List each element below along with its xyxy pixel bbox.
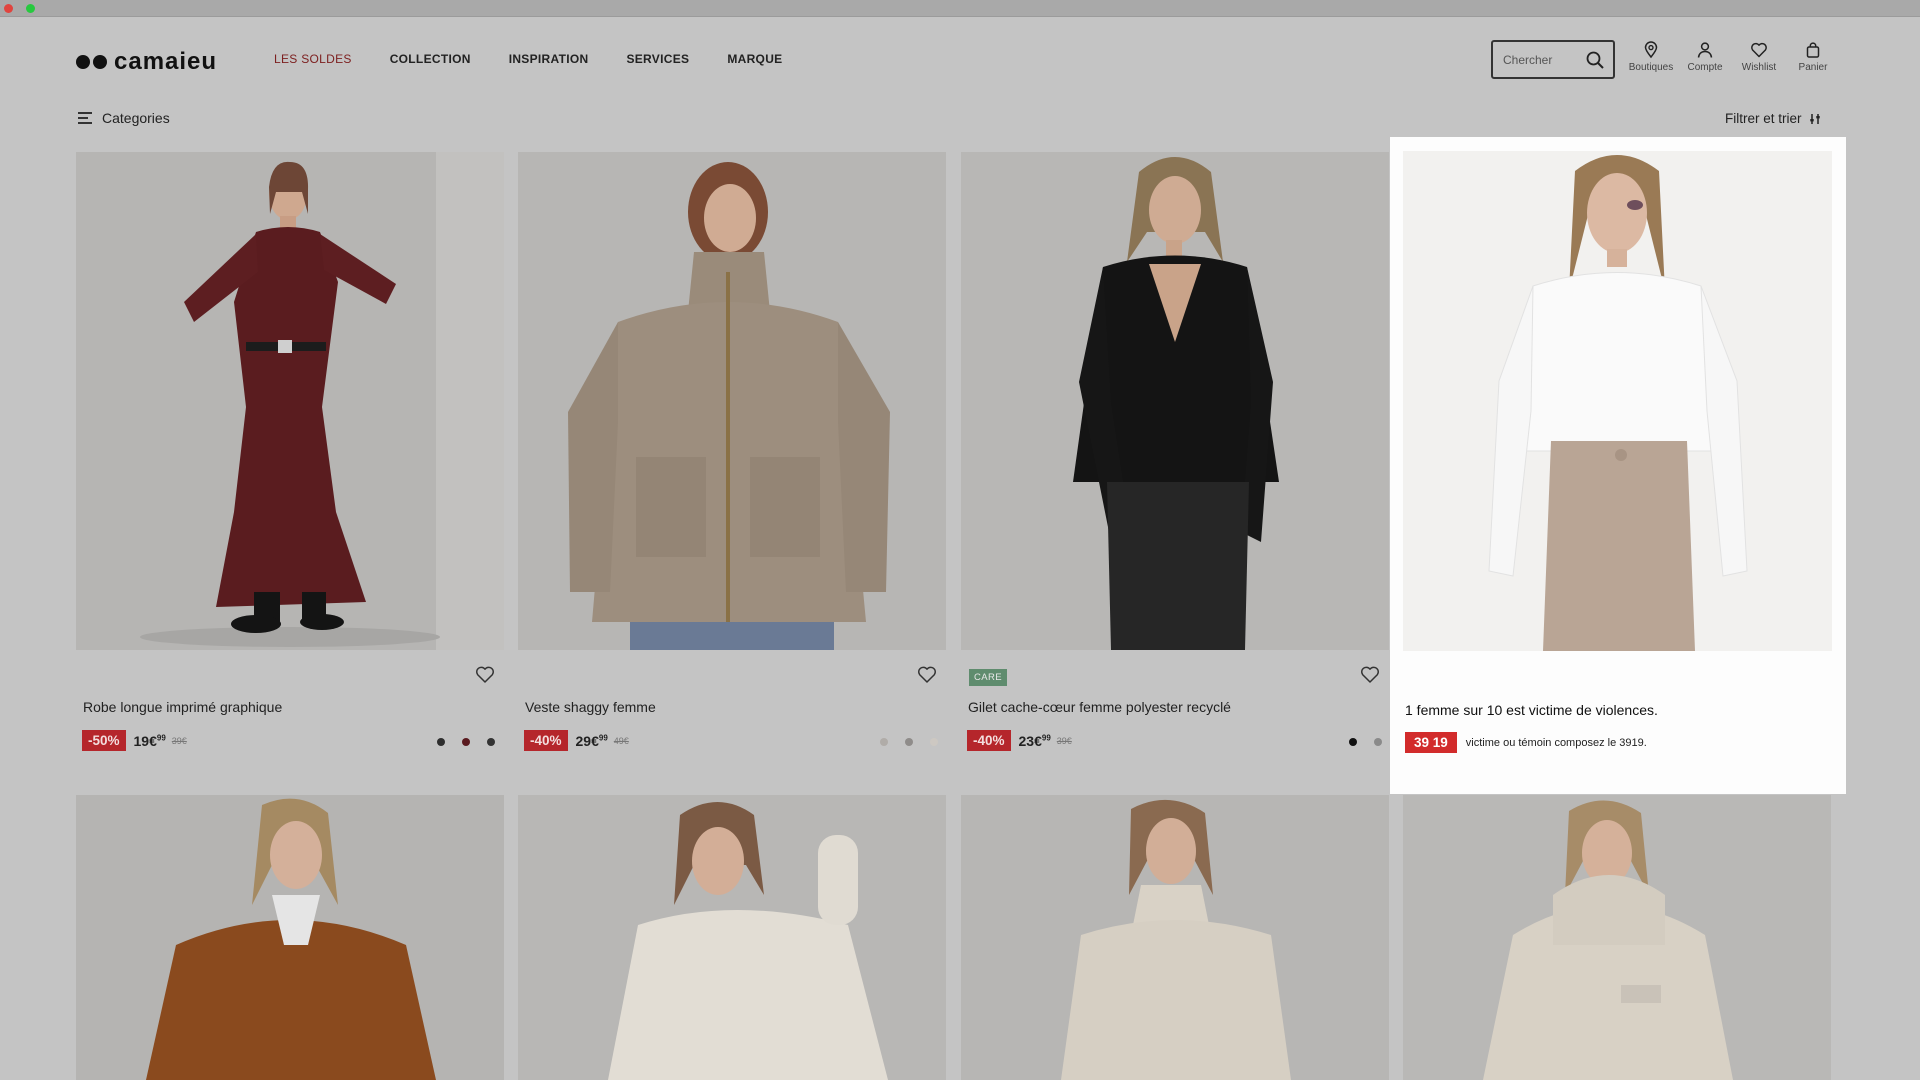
- wishlist-heart-icon[interactable]: [1359, 664, 1381, 686]
- menu-lines-icon: [78, 112, 92, 124]
- nav-item-services[interactable]: SERVICES: [626, 52, 689, 66]
- old-price: 49€: [613, 735, 629, 746]
- current-price: 23€99: [1018, 732, 1051, 749]
- promo-image: [1403, 151, 1832, 651]
- color-swatch[interactable]: [462, 738, 470, 746]
- nav-item-marque[interactable]: MARQUE: [727, 52, 782, 66]
- color-swatch[interactable]: [437, 738, 445, 746]
- window-title-bar: [0, 0, 1920, 17]
- price-row: -50% 19€99 39€: [82, 730, 187, 751]
- color-swatch[interactable]: [905, 738, 913, 746]
- hotline-badge[interactable]: 39 19: [1405, 732, 1457, 753]
- product-card[interactable]: Veste shaggy femme -40% 29€99 49€: [518, 152, 946, 752]
- promo-hotline: 39 19 victime ou témoin composez le 3919…: [1405, 732, 1647, 753]
- care-badge: CARE: [969, 669, 1007, 686]
- heart-icon: [1751, 42, 1767, 58]
- filter-sort-button[interactable]: Filtrer et trier: [1725, 111, 1821, 126]
- nav-item-collection[interactable]: COLLECTION: [390, 52, 471, 66]
- color-swatch[interactable]: [1349, 738, 1357, 746]
- window-close-button[interactable]: [4, 4, 13, 13]
- product-image[interactable]: [961, 152, 1389, 650]
- search-icon[interactable]: [1585, 50, 1605, 70]
- color-swatches: [437, 738, 495, 746]
- current-price: 29€99: [575, 732, 608, 749]
- panier-button[interactable]: Panier: [1786, 41, 1840, 73]
- color-swatch[interactable]: [487, 738, 495, 746]
- window-zoom-button[interactable]: [26, 4, 35, 13]
- promo-headline: 1 femme sur 10 est victime de violences.: [1405, 702, 1658, 718]
- price-row: -40% 29€99 49€: [524, 730, 629, 751]
- awareness-promo-card[interactable]: 1 femme sur 10 est victime de violences.…: [1390, 137, 1846, 794]
- product-image[interactable]: [76, 795, 504, 1080]
- logo-wordmark: camaieu: [114, 48, 218, 75]
- color-swatches: [1349, 738, 1382, 746]
- price-row: -40% 23€99 39€: [967, 730, 1072, 751]
- product-image[interactable]: [76, 152, 504, 650]
- bag-icon: [1806, 42, 1820, 58]
- wishlist-button[interactable]: Wishlist: [1732, 41, 1786, 73]
- product-name[interactable]: Gilet cache-cœur femme polyester recyclé: [968, 699, 1231, 715]
- compte-button[interactable]: Compte: [1678, 41, 1732, 73]
- wishlist-heart-icon[interactable]: [916, 664, 938, 686]
- wishlist-label: Wishlist: [1741, 62, 1777, 73]
- old-price: 39€: [171, 735, 187, 746]
- panier-label: Panier: [1798, 62, 1828, 73]
- hotline-note: victime ou témoin composez le 3919.: [1465, 736, 1647, 749]
- categories-toggle[interactable]: Categories: [78, 110, 170, 126]
- old-price: 39€: [1056, 735, 1072, 746]
- boutiques-button[interactable]: Boutiques: [1624, 41, 1678, 73]
- product-name[interactable]: Veste shaggy femme: [525, 699, 656, 715]
- header-tools: Boutiques Compte Wishlist Panier: [1624, 41, 1840, 73]
- product-name[interactable]: Robe longue imprimé graphique: [83, 699, 282, 715]
- discount-badge: -50%: [82, 730, 126, 751]
- logo-dot-icon: [76, 55, 90, 69]
- location-pin-icon: [1644, 41, 1658, 59]
- color-swatch[interactable]: [880, 738, 888, 746]
- product-image[interactable]: [518, 795, 946, 1080]
- main-nav: LES SOLDES COLLECTION INSPIRATION SERVIC…: [274, 52, 782, 66]
- site-header: camaieu LES SOLDES COLLECTION INSPIRATIO…: [0, 17, 1920, 107]
- search-box: [1491, 40, 1615, 79]
- color-swatches: [880, 738, 938, 746]
- search-input[interactable]: [1503, 52, 1583, 67]
- boutiques-label: Boutiques: [1628, 62, 1674, 73]
- wishlist-heart-icon[interactable]: [474, 664, 496, 686]
- product-card[interactable]: CARE Gilet cache-cœur femme polyester re…: [961, 152, 1389, 752]
- discount-badge: -40%: [967, 730, 1011, 751]
- compte-label: Compte: [1687, 62, 1723, 73]
- filter-label: Filtrer et trier: [1725, 111, 1802, 126]
- logo-dot-icon: [93, 55, 107, 69]
- user-icon: [1697, 42, 1713, 58]
- nav-item-les-soldes[interactable]: LES SOLDES: [274, 52, 352, 66]
- color-swatch[interactable]: [1374, 738, 1382, 746]
- brand-logo[interactable]: camaieu: [76, 47, 217, 77]
- current-price: 19€99: [133, 732, 166, 749]
- filter-sliders-icon: [1809, 113, 1820, 124]
- discount-badge: -40%: [524, 730, 568, 751]
- product-image[interactable]: [1403, 795, 1831, 1080]
- product-card[interactable]: Robe longue imprimé graphique -50% 19€99…: [76, 152, 504, 752]
- nav-item-inspiration[interactable]: INSPIRATION: [509, 52, 589, 66]
- product-image[interactable]: [961, 795, 1389, 1080]
- categories-label: Categories: [102, 110, 170, 126]
- color-swatch[interactable]: [930, 738, 938, 746]
- product-image[interactable]: [518, 152, 946, 650]
